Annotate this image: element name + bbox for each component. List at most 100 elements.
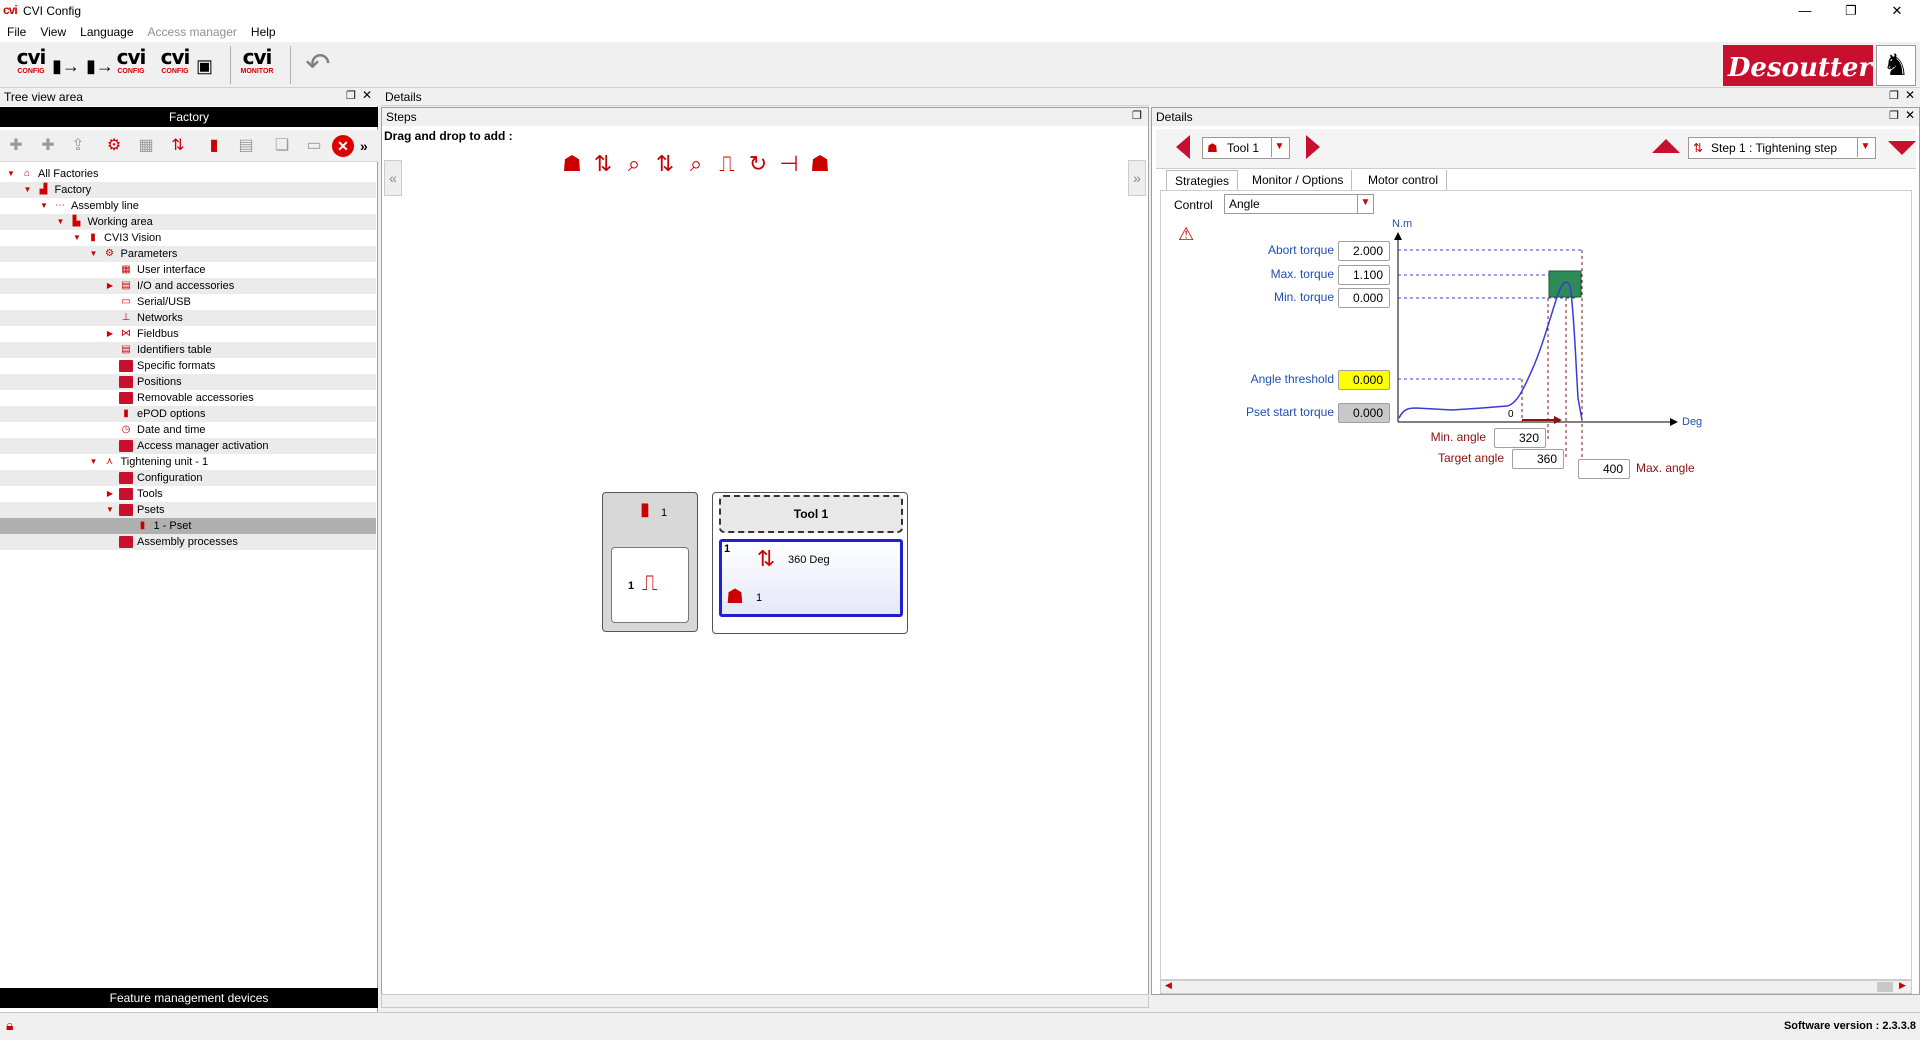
move-icon[interactable]: ⇪ <box>66 135 90 157</box>
horizontal-scrollbar[interactable]: ◀ ▶ <box>1160 980 1912 994</box>
tree-item[interactable]: ▼ Psets <box>0 502 376 518</box>
tree-item[interactable]: ▮ ePOD options <box>0 406 376 422</box>
tree-item[interactable]: ▼ ⌂ All Factories <box>0 166 376 182</box>
scroll-left-button[interactable]: « <box>384 160 402 196</box>
scroll-left-icon[interactable]: ◀ <box>1165 980 1172 991</box>
tree-item[interactable]: ▶ ⋈ Fieldbus <box>0 326 376 342</box>
tree-item[interactable]: Assembly processes <box>0 534 376 550</box>
close-button[interactable]: ✕ <box>1874 0 1920 22</box>
float-icon[interactable]: ❐ <box>1132 109 1142 122</box>
collapse-arrow-icon[interactable]: ▼ <box>89 454 99 470</box>
copy-icon[interactable]: ❏ <box>270 135 294 157</box>
max-torque-label: Max. torque <box>1270 267 1334 281</box>
configure-icon[interactable]: ▦ <box>134 135 158 157</box>
tree-item[interactable]: ▼ ▟ Factory <box>0 182 376 198</box>
jump-icon[interactable]: ⊣ <box>773 148 805 180</box>
tree-item[interactable]: ▶ ▤ I/O and accessories <box>0 278 376 294</box>
scroll-right-button[interactable]: » <box>1128 160 1146 196</box>
add-icon[interactable]: ✚ <box>4 135 28 157</box>
tree-view-header: Tree view area ❐ ✕ <box>0 88 378 106</box>
tree-item[interactable]: Specific formats <box>0 358 376 374</box>
minimize-button[interactable]: — <box>1782 0 1828 22</box>
details-header: Details <box>381 88 1149 106</box>
paste-icon[interactable]: ▭ <box>302 135 326 157</box>
angle-threshold-input[interactable]: 0.000 <box>1338 370 1390 390</box>
search-icon[interactable]: ⌕ <box>680 148 712 180</box>
stair-icon: ⎍ <box>642 570 658 595</box>
delete-icon[interactable]: ✕ <box>332 135 354 157</box>
sort-icon[interactable]: ⇅ <box>166 135 190 157</box>
controller-import-icon: ▮→ <box>86 56 114 76</box>
collapse-arrow-icon[interactable]: ▼ <box>23 182 33 198</box>
cvi-config-import-button[interactable]: cvi CONFIG <box>112 46 150 84</box>
tree-item[interactable]: Positions <box>0 374 376 390</box>
tool-icon[interactable]: ▤ <box>234 135 258 157</box>
collapse-arrow-icon[interactable]: ▼ <box>56 214 66 230</box>
abort-torque-input[interactable]: 2.000 <box>1338 241 1390 261</box>
expand-arrow-icon[interactable]: ▶ <box>105 278 115 294</box>
min-torque-input[interactable]: 0.000 <box>1338 288 1390 308</box>
cvi-monitor-button[interactable]: cvi MONITOR <box>238 46 276 84</box>
close-icon[interactable]: ✕ <box>1905 88 1915 102</box>
tool-release-icon[interactable]: ☗ <box>804 148 836 180</box>
collapse-arrow-icon[interactable]: ▼ <box>72 230 82 246</box>
tree-item[interactable]: ▼ ▙ Working area <box>0 214 376 230</box>
tree-item[interactable]: ▼ ⋯ Assembly line <box>0 198 376 214</box>
cvi-config-export-button[interactable]: cvi CONFIG <box>12 46 50 84</box>
max-torque-input[interactable]: 1.100 <box>1338 265 1390 285</box>
tree-item[interactable]: ▶ Tools <box>0 486 376 502</box>
expand-arrow-icon[interactable]: ▶ <box>105 486 115 502</box>
tree-item[interactable]: ▦ User interface <box>0 262 376 278</box>
tool-step-box[interactable]: 1 ⇅ 360 Deg ☗ 1 <box>719 539 903 617</box>
tool-stop-icon[interactable]: ☗ <box>556 148 588 180</box>
add-child-icon[interactable]: ✚ <box>36 135 60 157</box>
tree-item-label: Removable accessories <box>137 392 254 404</box>
float-icon[interactable]: ❐ <box>1889 89 1899 102</box>
tree-item[interactable]: ◷ Date and time <box>0 422 376 438</box>
tree-item[interactable]: Configuration <box>0 470 376 486</box>
tree-item[interactable]: ▼ ▮ CVI3 Vision <box>0 230 376 246</box>
tightening-icon[interactable]: ⇅ <box>649 148 681 180</box>
tool-block[interactable]: Tool 1 1 ⇅ 360 Deg ☗ 1 <box>712 492 908 634</box>
more-icon[interactable]: » <box>360 138 368 154</box>
tree-item[interactable]: ⊥ Networks <box>0 310 376 326</box>
collapse-arrow-icon[interactable]: ▼ <box>6 166 16 182</box>
cvi-config-search-button[interactable]: cvi CONFIG <box>156 46 194 84</box>
undo-icon[interactable]: ↶ <box>300 48 336 82</box>
tool-title[interactable]: Tool 1 <box>719 495 903 533</box>
menu-language[interactable]: Language <box>73 22 140 39</box>
inspection-icon[interactable]: ⌕ <box>618 148 650 180</box>
target-angle-input[interactable]: 360 <box>1512 449 1564 469</box>
screw-icon[interactable]: ▮ <box>202 135 226 157</box>
scrollbar-thumb[interactable] <box>1877 982 1893 992</box>
menu-file[interactable]: File <box>0 22 33 39</box>
expand-arrow-icon[interactable]: ▶ <box>105 326 115 342</box>
tree-item[interactable]: ▼ ⚙ Parameters <box>0 246 376 262</box>
max-angle-input[interactable]: 400 <box>1578 459 1630 479</box>
pset-block[interactable]: ▮ 1 1 ⎍ <box>602 492 698 632</box>
collapse-arrow-icon[interactable]: ▼ <box>105 502 115 518</box>
collapse-arrow-icon[interactable]: ▼ <box>39 198 49 214</box>
tree-item[interactable]: ▤ Identifiers table <box>0 342 376 358</box>
scroll-right-icon[interactable]: ▶ <box>1899 980 1906 991</box>
horizontal-scrollbar[interactable] <box>381 994 1149 1008</box>
pset-step-box[interactable]: 1 ⎍ <box>611 547 689 623</box>
tree-item[interactable]: Access manager activation <box>0 438 376 454</box>
tree-item[interactable]: Removable accessories <box>0 390 376 406</box>
restore-button[interactable]: ❐ <box>1828 0 1874 22</box>
loosening-icon[interactable]: ↻ <box>742 148 774 180</box>
float-icon[interactable]: ❐ <box>346 89 356 102</box>
tree-item[interactable]: ▭ Serial/USB <box>0 294 376 310</box>
min-angle-input[interactable]: 320 <box>1494 428 1546 448</box>
collapse-arrow-icon[interactable]: ▼ <box>89 246 99 262</box>
toolbar-separator <box>290 46 291 84</box>
run-down-icon[interactable]: ⇅ <box>587 148 619 180</box>
close-icon[interactable]: ✕ <box>362 88 372 102</box>
app-logo-icon: cvi <box>3 3 18 17</box>
menu-view[interactable]: View <box>33 22 73 39</box>
tree-item[interactable]: ▼ ⋏ Tightening unit - 1 <box>0 454 376 470</box>
connect-icon[interactable]: ⚙ <box>102 135 126 157</box>
menu-help[interactable]: Help <box>244 22 283 39</box>
stair-icon[interactable]: ⎍ <box>711 148 743 180</box>
tree-item[interactable]: ▮ 1 - Pset <box>0 518 376 534</box>
